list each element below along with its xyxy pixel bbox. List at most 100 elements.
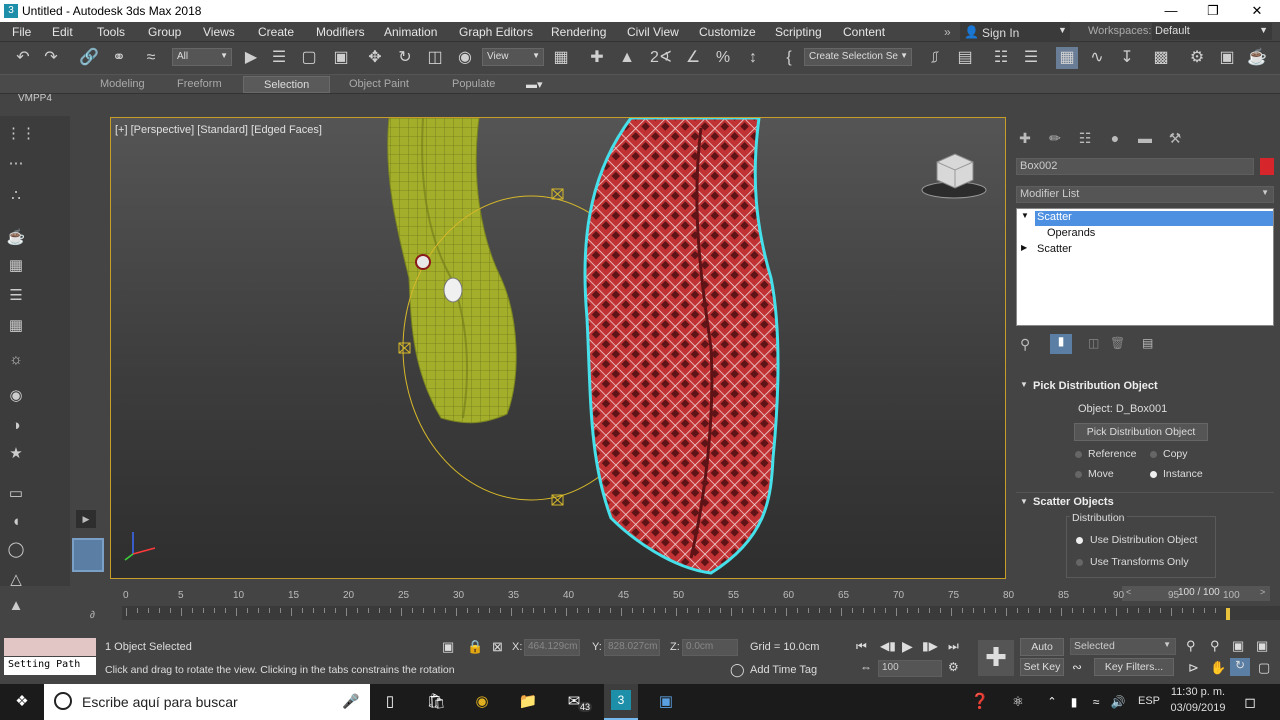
keyboard-shortcut-icon[interactable]: ▲ bbox=[616, 47, 638, 69]
light-icon[interactable]: ☼ bbox=[6, 350, 26, 370]
time-slider-next-icon[interactable]: > bbox=[1260, 587, 1265, 597]
stack-item-operands[interactable]: Operands bbox=[1047, 227, 1095, 239]
menu-graph-editors[interactable]: Graph Editors bbox=[459, 25, 533, 39]
radio-copy[interactable] bbox=[1150, 451, 1157, 458]
volume-icon[interactable]: 🔊 bbox=[1106, 690, 1130, 714]
menu-customize[interactable]: Customize bbox=[699, 25, 756, 39]
current-frame-field[interactable]: 100 bbox=[878, 660, 942, 677]
time-cursor[interactable] bbox=[1226, 608, 1230, 620]
set-key-button[interactable]: Set Key bbox=[1020, 658, 1064, 676]
selected-set-select[interactable]: Selected ▼ bbox=[1070, 638, 1176, 655]
layer-explorer-icon[interactable]: ☰ bbox=[1020, 47, 1042, 69]
object-color-swatch[interactable] bbox=[1260, 158, 1274, 175]
rotate-icon[interactable]: ↻ bbox=[394, 47, 416, 69]
radio-use-distribution[interactable] bbox=[1076, 537, 1083, 544]
toggle-scene-explorer-icon[interactable]: ☷ bbox=[990, 47, 1012, 69]
menu-modifiers[interactable]: Modifiers bbox=[316, 25, 365, 39]
menu-civil-view[interactable]: Civil View bbox=[627, 25, 679, 39]
add-time-tag[interactable]: Add Time Tag bbox=[750, 664, 817, 676]
workspace-select[interactable]: Default ▼ bbox=[1152, 23, 1272, 40]
remove-modifier-icon[interactable]: 🗑 bbox=[1110, 336, 1125, 350]
key-mode-icon[interactable]: ⇔ bbox=[860, 660, 872, 674]
wifi-icon[interactable]: ≈ bbox=[1084, 690, 1108, 714]
pan-icon[interactable]: ✋ bbox=[1210, 660, 1226, 676]
ribbon-options-icon[interactable]: ▬▾ bbox=[526, 78, 543, 91]
display-tab-icon[interactable]: ▬ bbox=[1136, 130, 1154, 148]
tab-modeling[interactable]: Modeling bbox=[100, 78, 145, 90]
taskbar-search[interactable]: Escribe aquí para buscar 🎤 bbox=[44, 684, 370, 720]
motion-tab-icon[interactable]: ● bbox=[1106, 130, 1124, 148]
menu-group[interactable]: Group bbox=[148, 25, 181, 39]
track-bar-icon[interactable]: ∂ bbox=[90, 610, 95, 621]
close-icon[interactable]: ✕ bbox=[1236, 0, 1278, 22]
radio-reference[interactable] bbox=[1075, 451, 1082, 458]
menu-create[interactable]: Create bbox=[258, 25, 294, 39]
undo-icon[interactable]: ↶ bbox=[12, 47, 34, 69]
tray-up-icon[interactable]: ⌃ bbox=[1040, 690, 1064, 714]
zoom-icon[interactable]: ⚲ bbox=[1186, 638, 1196, 654]
battery-icon[interactable]: ▮ bbox=[1062, 690, 1086, 714]
language-indicator[interactable]: ESP bbox=[1138, 695, 1160, 707]
notifications-icon[interactable]: ◻ bbox=[1238, 690, 1262, 714]
prev-frame-icon[interactable]: ◀▮ bbox=[880, 639, 896, 653]
clock-time[interactable]: 11:30 p. m. bbox=[1168, 686, 1228, 698]
radio-use-transforms[interactable] bbox=[1076, 559, 1083, 566]
tab-freeform[interactable]: Freeform bbox=[177, 78, 222, 90]
time-tag-icon[interactable]: ◯ bbox=[730, 662, 745, 678]
align-icon[interactable]: ▤ bbox=[954, 47, 976, 69]
curve-editor-icon[interactable]: ∿ bbox=[1086, 47, 1108, 69]
menu-animation[interactable]: Animation bbox=[384, 25, 437, 39]
pick-distribution-rollout-title[interactable]: Pick Distribution Object bbox=[1033, 380, 1158, 392]
lock-icon[interactable]: 🔒 bbox=[467, 639, 483, 655]
pin-stack-icon[interactable]: ⚲ bbox=[1020, 336, 1030, 353]
play-icon[interactable]: ▶ bbox=[902, 638, 913, 655]
helper-icon[interactable]: ◑ bbox=[6, 416, 26, 436]
select-by-name-icon[interactable]: ☰ bbox=[268, 47, 290, 69]
unlink-icon[interactable]: ⚭ bbox=[108, 47, 130, 69]
people-icon[interactable]: ⚛ bbox=[1006, 690, 1030, 714]
named-selection-icon[interactable]: { bbox=[778, 47, 800, 69]
radio-instance[interactable] bbox=[1150, 471, 1157, 478]
expand-panel-icon[interactable]: ▶ bbox=[76, 510, 96, 528]
make-unique-icon[interactable]: ◫ bbox=[1088, 336, 1099, 350]
select-manipulate-icon[interactable]: ✚ bbox=[586, 47, 608, 69]
zoom-extents-all-icon[interactable]: ▣ bbox=[1256, 638, 1268, 654]
window-crossing-icon[interactable]: ▣ bbox=[330, 47, 352, 69]
fov-icon[interactable]: ⊳ bbox=[1188, 660, 1199, 676]
list-icon[interactable]: ☰ bbox=[6, 286, 26, 306]
perspective-viewport[interactable]: [+] [Perspective] [Standard] [Edged Face… bbox=[110, 117, 1006, 579]
hierarchy-tab-icon[interactable]: ☷ bbox=[1076, 130, 1094, 148]
signin-box[interactable]: 👤 Sign In ▼ bbox=[960, 22, 1070, 42]
sphere-icon[interactable]: ◯ bbox=[6, 540, 26, 560]
select-object-icon[interactable]: ▶ bbox=[240, 47, 262, 69]
time-slider-prev-icon[interactable]: < bbox=[1126, 587, 1131, 597]
ribbon-toggle-icon[interactable]: ▦ bbox=[1056, 47, 1078, 69]
object-name-field[interactable]: Box002 bbox=[1016, 158, 1254, 175]
pivot-center-icon[interactable]: ▦ bbox=[550, 47, 572, 69]
zoom-all-icon[interactable]: ⚲ bbox=[1210, 638, 1220, 654]
picture-icon[interactable]: ▦ bbox=[6, 256, 26, 276]
store-icon[interactable]: 🛍 bbox=[424, 690, 448, 714]
menu-rendering[interactable]: Rendering bbox=[551, 25, 606, 39]
bind-spacewarp-icon[interactable]: ≈ bbox=[140, 47, 162, 69]
time-config-icon[interactable]: ⚙ bbox=[948, 660, 959, 674]
reference-coord-select[interactable]: View ▼ bbox=[482, 48, 544, 66]
placement-icon[interactable]: ◉ bbox=[454, 47, 476, 69]
microphone-icon[interactable]: 🎤 bbox=[342, 693, 359, 710]
collapse-triangle-icon[interactable]: ▶ bbox=[1021, 243, 1027, 252]
radio-move[interactable] bbox=[1075, 471, 1082, 478]
camera-icon[interactable]: ◉ bbox=[6, 386, 26, 406]
table-icon[interactable]: ▦ bbox=[6, 316, 26, 336]
menu-edit[interactable]: Edit bbox=[52, 25, 73, 39]
goto-end-icon[interactable]: ⏭ bbox=[948, 639, 959, 654]
show-end-result-icon[interactable]: ▮ bbox=[1050, 334, 1072, 354]
menu-views[interactable]: Views bbox=[203, 25, 235, 39]
rendered-frame-icon[interactable]: ▣ bbox=[1216, 47, 1238, 69]
maximize-icon[interactable]: ❐ bbox=[1192, 0, 1234, 22]
render-setup-icon[interactable]: ⚙ bbox=[1186, 47, 1208, 69]
utilities-tab-icon[interactable]: ⚒ bbox=[1166, 130, 1184, 148]
scatter-objects-rollout-title[interactable]: Scatter Objects bbox=[1033, 496, 1114, 508]
render-production-icon[interactable]: ☕ bbox=[1246, 47, 1268, 69]
mirror-icon[interactable]: ⎎ bbox=[924, 47, 946, 69]
tab-selection[interactable]: Selection bbox=[243, 76, 331, 93]
